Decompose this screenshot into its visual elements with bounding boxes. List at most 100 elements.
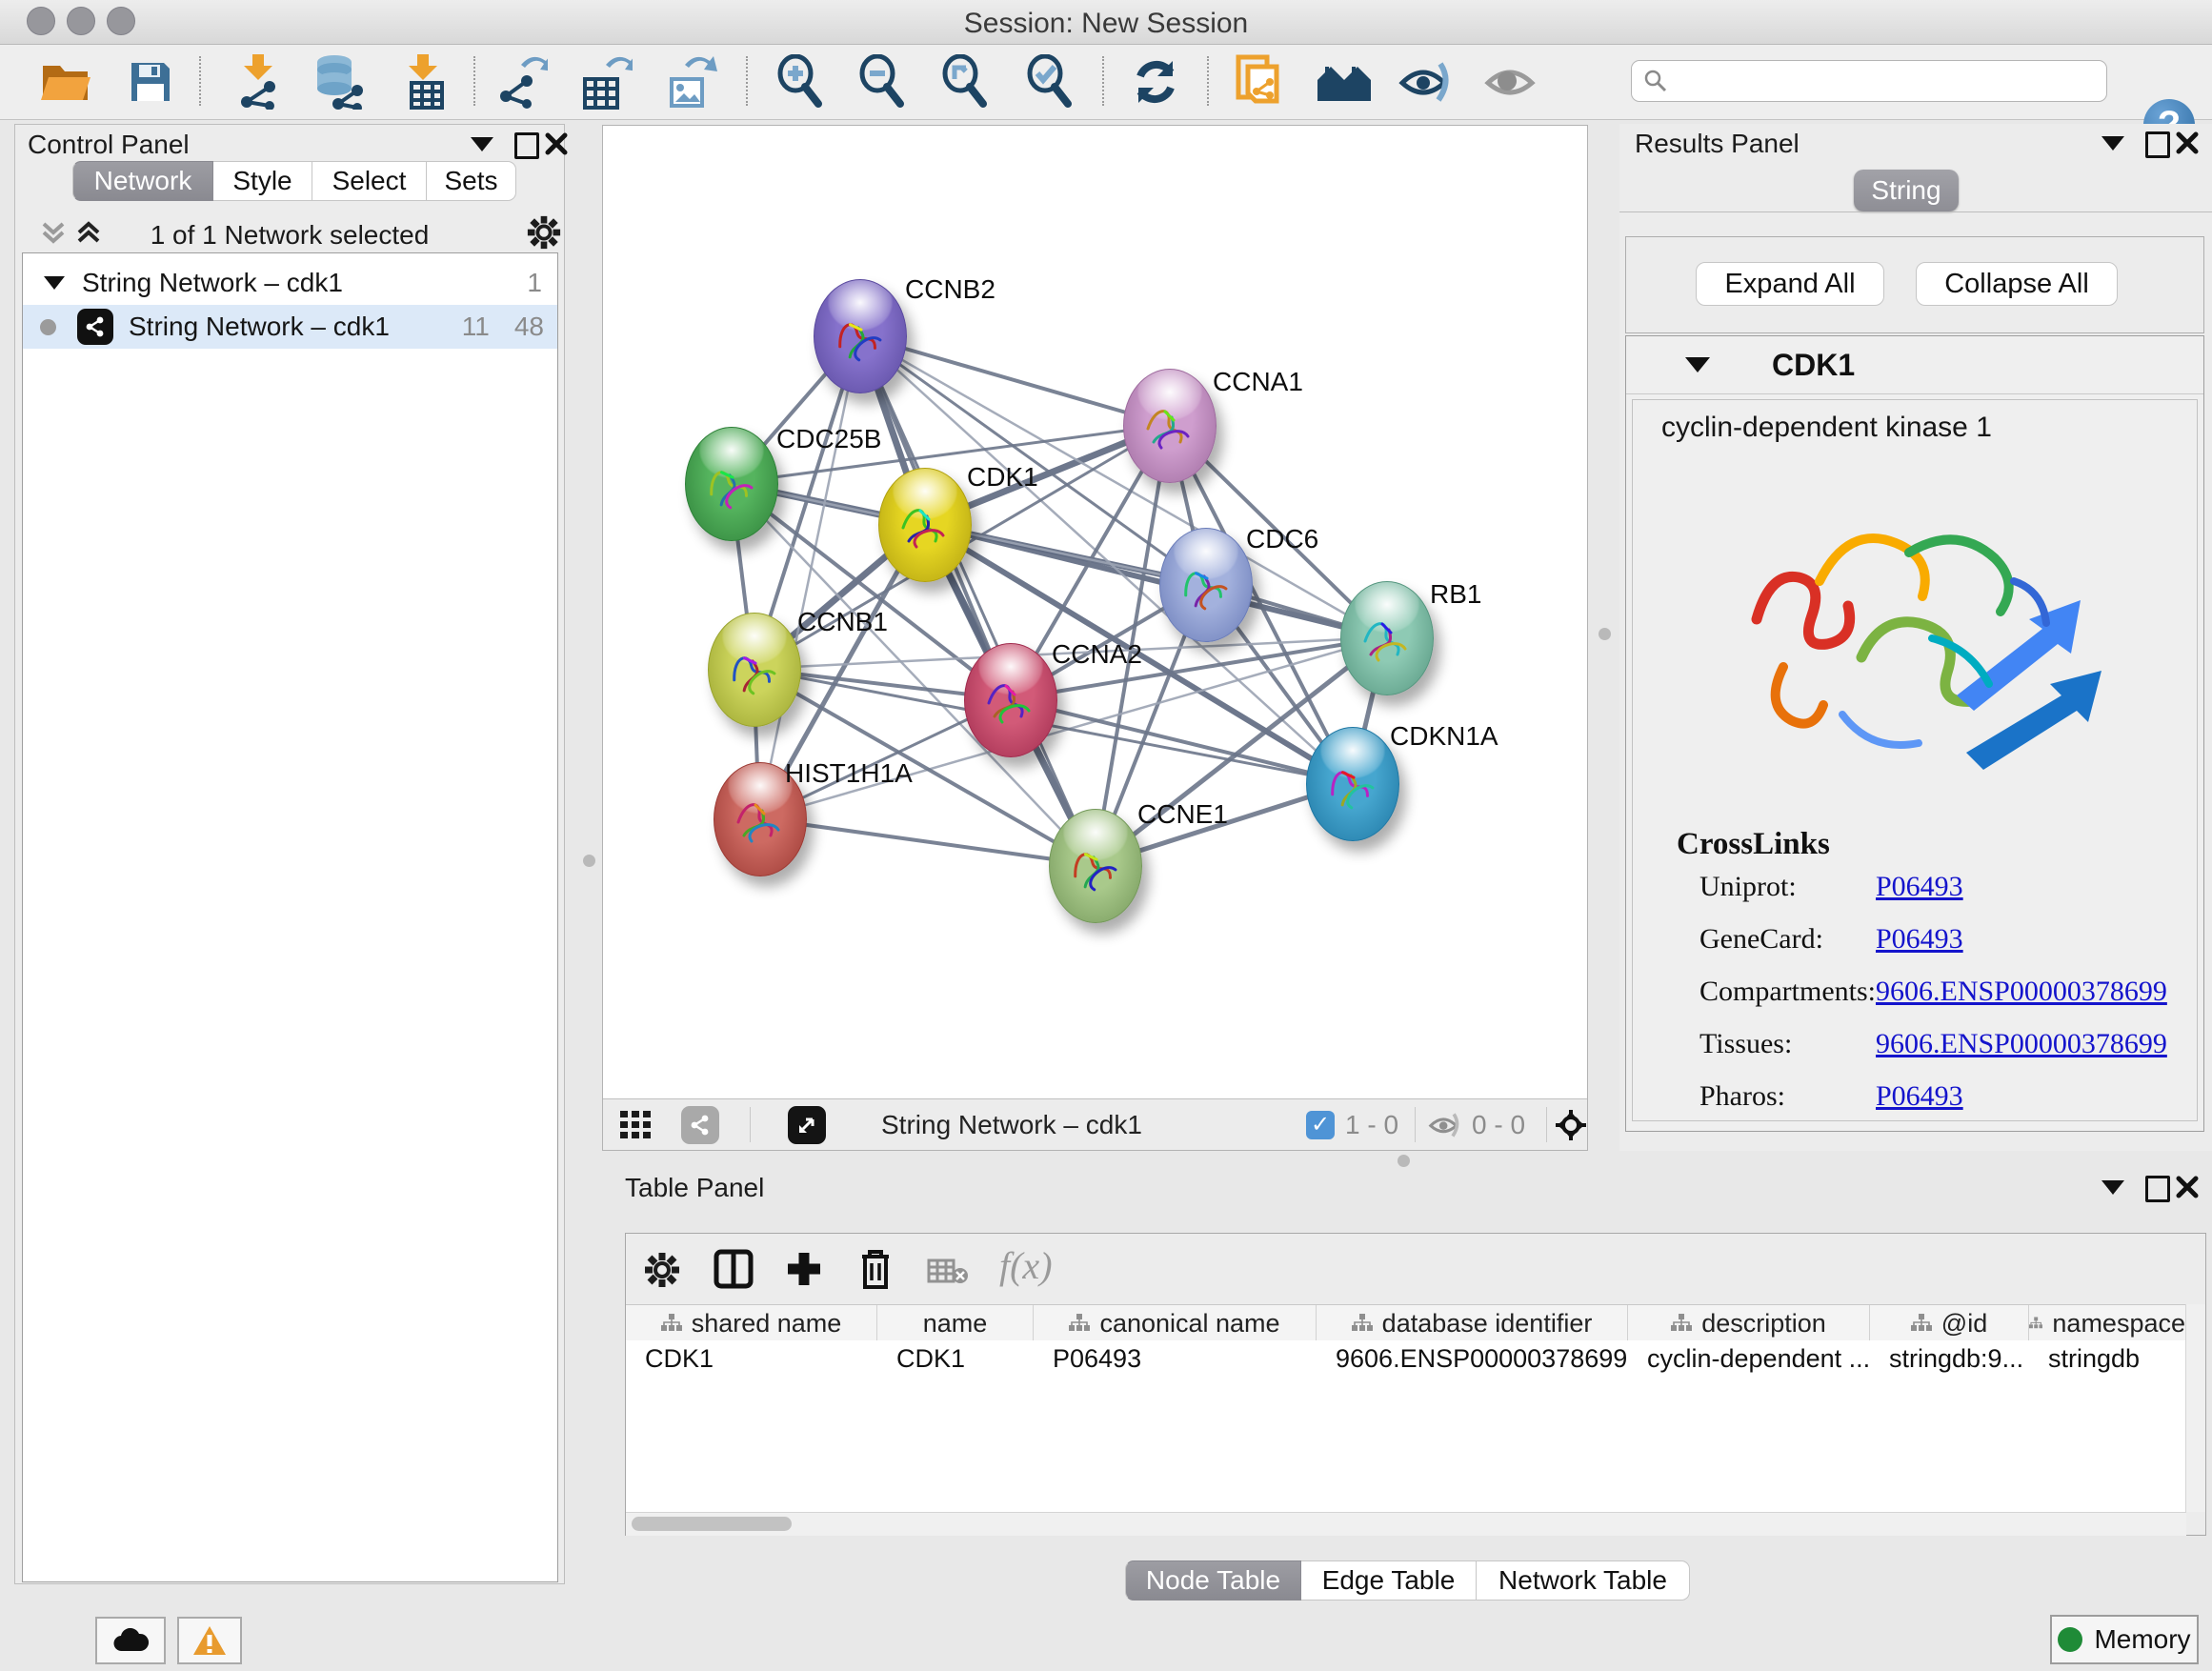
network-node-CDC25B[interactable] <box>685 427 778 541</box>
show-columns-icon[interactable] <box>714 1249 754 1289</box>
crosslink-value-link[interactable]: P06493 <box>1876 871 1963 903</box>
column-header-name[interactable]: name <box>877 1305 1034 1341</box>
zoom-out-button[interactable] <box>852 52 913 111</box>
table-cell[interactable]: 9606.ENSP00000378699 <box>1317 1340 1628 1377</box>
close-panel-icon[interactable] <box>545 132 568 155</box>
apply-layout-button[interactable] <box>1125 52 1186 111</box>
network-canvas[interactable]: CCNB2CCNA1CDC25BCDK1CDC6RB1CCNB1CCNA2CDK… <box>603 126 1587 1099</box>
protein-thumbnail-icon <box>1359 611 1415 670</box>
column-header-canonical-name[interactable]: canonical name <box>1034 1305 1317 1341</box>
close-panel-icon[interactable] <box>2176 131 2199 154</box>
save-session-button[interactable] <box>120 52 181 111</box>
column-type-icon <box>1671 1314 1692 1333</box>
scrollbar-thumb[interactable] <box>632 1517 792 1531</box>
tab-select[interactable]: Select <box>312 161 427 201</box>
birdseye-view-icon[interactable] <box>788 1106 826 1144</box>
copy-style-button[interactable] <box>1230 52 1291 111</box>
import-network-database-button[interactable] <box>308 52 369 111</box>
network-node-CDK1[interactable] <box>878 468 972 582</box>
crosslink-value-link[interactable]: 9606.ENSP00000378699 <box>1876 1028 2167 1060</box>
table-row[interactable]: CDK1CDK1P064939606.ENSP00000378699cyclin… <box>626 1340 2186 1377</box>
table-cell[interactable]: CDK1 <box>877 1340 1034 1377</box>
panel-menu-icon[interactable] <box>2101 1180 2124 1195</box>
fit-content-crosshair-icon[interactable] <box>1556 1110 1586 1140</box>
hide-selected-button[interactable] <box>1396 52 1457 111</box>
network-share-view-icon[interactable] <box>681 1106 719 1144</box>
table-cell[interactable]: cyclin-dependent ... <box>1628 1340 1870 1377</box>
network-node-CDC6[interactable] <box>1159 528 1253 642</box>
table-horizontal-scrollbar[interactable] <box>626 1512 2186 1536</box>
export-table-button[interactable] <box>576 52 637 111</box>
tab-style[interactable]: Style <box>213 161 312 201</box>
network-node-RB1[interactable] <box>1340 581 1434 695</box>
tab-edge-table[interactable]: Edge Table <box>1301 1560 1477 1601</box>
open-session-button[interactable] <box>36 52 97 111</box>
expand-all-button[interactable]: Expand All <box>1696 262 1884 306</box>
search-input[interactable] <box>1631 60 2107 102</box>
collection-expander-icon[interactable] <box>44 276 65 290</box>
column-header-namespace[interactable]: namespace <box>2029 1305 2186 1341</box>
tab-sets[interactable]: Sets <box>427 161 516 201</box>
export-network-button[interactable] <box>492 52 553 111</box>
selected-checkbox-icon[interactable]: ✓ <box>1306 1111 1335 1139</box>
panel-menu-icon[interactable] <box>471 137 493 151</box>
horizontal-splitter-handle[interactable] <box>1398 1155 1410 1167</box>
network-node-CCNB2[interactable] <box>814 279 907 393</box>
first-neighbors-button[interactable] <box>1314 52 1375 111</box>
panel-menu-icon[interactable] <box>2101 136 2124 151</box>
collapse-all-button[interactable]: Collapse All <box>1916 262 2118 306</box>
float-panel-icon[interactable] <box>2145 1176 2170 1202</box>
network-row[interactable]: String Network – cdk1 11 48 <box>23 305 557 349</box>
import-table-file-button[interactable] <box>392 52 453 111</box>
column-header-database-identifier[interactable]: database identifier <box>1317 1305 1628 1341</box>
table-cell[interactable]: P06493 <box>1034 1340 1317 1377</box>
table-vertical-scrollbar[interactable] <box>2185 1304 2205 1512</box>
gene-expander-icon[interactable] <box>1685 357 1710 372</box>
zoom-fit-button[interactable] <box>935 52 995 111</box>
tab-network[interactable]: Network <box>72 161 213 201</box>
network-node-CCNE1[interactable] <box>1049 809 1142 923</box>
delete-column-trash-icon[interactable] <box>856 1247 895 1291</box>
table-cell[interactable]: CDK1 <box>626 1340 877 1377</box>
table-cell[interactable]: stringdb:9... <box>1870 1340 2029 1377</box>
gene-header-row[interactable]: CDK1 <box>1626 336 2203 394</box>
tab-node-table[interactable]: Node Table <box>1125 1560 1301 1601</box>
view-toolbar-separator <box>1415 1107 1416 1142</box>
table-options-gear-icon[interactable] <box>643 1251 681 1289</box>
memory-button[interactable]: Memory <box>2050 1615 2199 1664</box>
network-node-CCNB1[interactable] <box>708 613 801 727</box>
cloud-status-button[interactable] <box>95 1617 166 1664</box>
zoom-selected-button[interactable] <box>1019 52 1080 111</box>
table-cell[interactable]: stringdb <box>2029 1340 2186 1377</box>
tab-string[interactable]: String <box>1854 170 1959 211</box>
grid-view-icon[interactable] <box>620 1111 653 1139</box>
right-splitter-handle[interactable] <box>1599 628 1611 640</box>
float-panel-icon[interactable] <box>514 132 539 159</box>
crosslink-value-link[interactable]: P06493 <box>1876 923 1963 956</box>
window-title: Session: New Session <box>0 8 2212 40</box>
column-header--id[interactable]: @id <box>1870 1305 2029 1341</box>
network-collection-row[interactable]: String Network – cdk1 1 <box>23 261 557 305</box>
create-column-plus-icon[interactable] <box>784 1249 824 1289</box>
tab-network-table[interactable]: Network Table <box>1477 1560 1690 1601</box>
column-header-label: namespace <box>2052 1309 2185 1339</box>
import-network-file-button[interactable] <box>228 52 289 111</box>
network-node-CCNA1[interactable] <box>1123 369 1217 483</box>
left-splitter-handle[interactable] <box>583 855 595 867</box>
network-node-CDKN1A[interactable] <box>1306 727 1399 841</box>
column-header-description[interactable]: description <box>1628 1305 1870 1341</box>
show-all-button[interactable] <box>1480 52 1541 111</box>
column-header-shared-name[interactable]: shared name <box>626 1305 877 1341</box>
zoom-in-icon <box>774 54 826 110</box>
network-node-CCNA2[interactable] <box>964 643 1057 757</box>
float-panel-icon[interactable] <box>2145 131 2170 158</box>
export-image-button[interactable] <box>661 52 722 111</box>
crosslink-value-link[interactable]: 9606.ENSP00000378699 <box>1876 976 2167 1008</box>
close-panel-icon[interactable] <box>2176 1176 2199 1198</box>
crosslink-row: Tissues:9606.ENSP00000378699 <box>1699 1028 2176 1060</box>
protein-thumbnail-icon <box>983 673 1038 732</box>
crosslink-value-link[interactable]: P06493 <box>1876 1080 1963 1113</box>
zoom-in-button[interactable] <box>770 52 831 111</box>
network-options-gear-icon[interactable] <box>526 214 562 251</box>
warning-status-button[interactable] <box>177 1617 242 1664</box>
